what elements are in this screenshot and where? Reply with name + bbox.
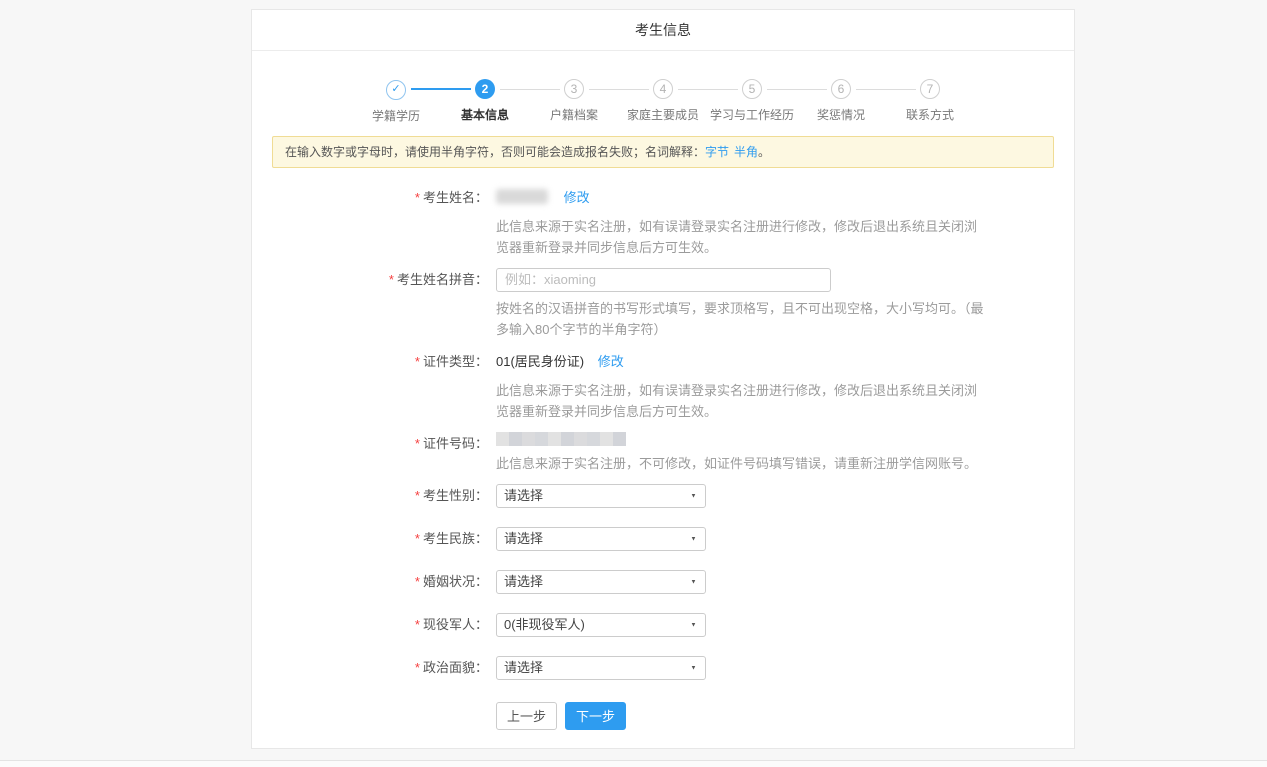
step-3-huji-dangan: 3 户籍档案 [530, 79, 619, 124]
gender-select[interactable]: 请选择 [496, 484, 706, 508]
field-marital-status: *婚姻状况： 请选择 [272, 570, 1054, 594]
step-1-xueji-xueli: ✓ 学籍学历 [352, 79, 441, 124]
step-label: 学习与工作经历 [708, 106, 797, 123]
step-3-number: 3 [564, 79, 584, 99]
id-type-label: *证件类型： [272, 350, 488, 422]
step-4-family-members: 4 家庭主要成员 [619, 79, 708, 124]
notice-text: 在输入数字或字母时，请使用半角字符，否则可能会造成报名失败；名词解释： [285, 145, 705, 159]
ethnicity-select-wrapper: 请选择 [496, 527, 706, 551]
step-4-number: 4 [653, 79, 673, 99]
previous-step-button[interactable]: 上一步 [496, 702, 557, 730]
field-id-type: *证件类型： 01(居民身份证) 修改 此信息来源于实名注册，如有误请登录实名注… [272, 350, 1054, 422]
halfwidth-glossary-link[interactable]: 半角 [734, 145, 758, 159]
military-status-select[interactable]: 0(非现役军人) [496, 613, 706, 637]
field-ethnicity: *考生民族： 请选择 [272, 527, 1054, 551]
required-mark: * [415, 531, 420, 546]
required-mark: * [415, 436, 420, 451]
panel-body: ✓ 学籍学历 2 基本信息 3 户籍档案 4 家庭主要成员 5 学习与工作经历 … [252, 79, 1074, 748]
step-6-number: 6 [831, 79, 851, 99]
candidate-info-panel: 考生信息 ✓ 学籍学历 2 基本信息 3 户籍档案 4 家庭主要成员 5 学习与… [251, 9, 1075, 749]
form-actions: 上一步 下一步 [496, 702, 1054, 730]
field-id-number: *证件号码： 此信息来源于实名注册，不可修改，如证件号码填写错误，请重新注册学信… [272, 432, 1054, 474]
required-mark: * [415, 660, 420, 675]
required-mark: * [415, 354, 420, 369]
required-mark: * [415, 574, 420, 589]
step-7-contact: 7 联系方式 [886, 79, 975, 124]
political-select-wrapper: 请选择 [496, 656, 706, 680]
step-1-check-icon: ✓ [386, 80, 406, 100]
step-label: 户籍档案 [530, 106, 619, 123]
step-wizard: ✓ 学籍学历 2 基本信息 3 户籍档案 4 家庭主要成员 5 学习与工作经历 … [272, 79, 1054, 124]
modify-name-link[interactable]: 修改 [564, 190, 590, 205]
step-label: 联系方式 [886, 106, 975, 123]
notice-suffix: 。 [758, 145, 770, 159]
halfwidth-warning-bar: 在输入数字或字母时，请使用半角字符，否则可能会造成报名失败；名词解释：字节半角。 [272, 136, 1054, 168]
ethnicity-select[interactable]: 请选择 [496, 527, 706, 551]
marital-status-label: *婚姻状况： [272, 570, 488, 594]
name-pinyin-help: 按姓名的汉语拼音的书写形式填写，要求顶格写，且不可出现空格，大小写均可。（最多输… [496, 298, 988, 340]
byte-glossary-link[interactable]: 字节 [705, 145, 729, 159]
candidate-name-label: *考生姓名： [272, 186, 488, 258]
masked-candidate-name [496, 189, 548, 204]
step-label: 奖惩情况 [797, 106, 886, 123]
id-number-label: *证件号码： [272, 432, 488, 474]
name-pinyin-input[interactable] [496, 268, 831, 292]
political-status-select[interactable]: 请选择 [496, 656, 706, 680]
modify-id-type-link[interactable]: 修改 [598, 354, 624, 369]
military-status-label: *现役军人： [272, 613, 488, 637]
political-status-label: *政治面貌： [272, 656, 488, 680]
required-mark: * [415, 617, 420, 632]
step-label: 基本信息 [441, 106, 530, 123]
candidate-name-help: 此信息来源于实名注册，如有误请登录实名注册进行修改，修改后退出系统且关闭浏览器重… [496, 216, 988, 258]
marital-status-select[interactable]: 请选择 [496, 570, 706, 594]
masked-id-number [496, 432, 626, 446]
required-mark: * [389, 272, 394, 287]
id-type-help: 此信息来源于实名注册，如有误请登录实名注册进行修改，修改后退出系统且关闭浏览器重… [496, 380, 988, 422]
step-5-study-work: 5 学习与工作经历 [708, 79, 797, 124]
step-5-number: 5 [742, 79, 762, 99]
field-military-status: *现役军人： 0(非现役军人) [272, 613, 1054, 637]
next-step-button[interactable]: 下一步 [565, 702, 626, 730]
id-type-value: 01(居民身份证) [496, 354, 584, 369]
step-label: 家庭主要成员 [619, 106, 708, 123]
step-label: 学籍学历 [352, 107, 441, 124]
gender-select-wrapper: 请选择 [496, 484, 706, 508]
required-mark: * [415, 190, 420, 205]
military-select-wrapper: 0(非现役军人) [496, 613, 706, 637]
step-2-number: 2 [475, 79, 495, 99]
field-gender: *考生性别： 请选择 [272, 484, 1054, 508]
field-political-status: *政治面貌： 请选择 [272, 656, 1054, 680]
name-pinyin-label: *考生姓名拼音： [272, 268, 488, 340]
basic-info-form: *考生姓名： 修改 此信息来源于实名注册，如有误请登录实名注册进行修改，修改后退… [272, 186, 1054, 730]
step-6-rewards-punishments: 6 奖惩情况 [797, 79, 886, 124]
page-title: 考生信息 [252, 10, 1074, 51]
footer-divider [0, 760, 1267, 767]
field-candidate-name: *考生姓名： 修改 此信息来源于实名注册，如有误请登录实名注册进行修改，修改后退… [272, 186, 1054, 258]
field-name-pinyin: *考生姓名拼音： 按姓名的汉语拼音的书写形式填写，要求顶格写，且不可出现空格，大… [272, 268, 1054, 340]
ethnicity-label: *考生民族： [272, 527, 488, 551]
marital-select-wrapper: 请选择 [496, 570, 706, 594]
gender-label: *考生性别： [272, 484, 488, 508]
step-2-basic-info: 2 基本信息 [441, 79, 530, 124]
step-7-number: 7 [920, 79, 940, 99]
required-mark: * [415, 488, 420, 503]
id-number-help: 此信息来源于实名注册，不可修改，如证件号码填写错误，请重新注册学信网账号。 [496, 453, 977, 474]
